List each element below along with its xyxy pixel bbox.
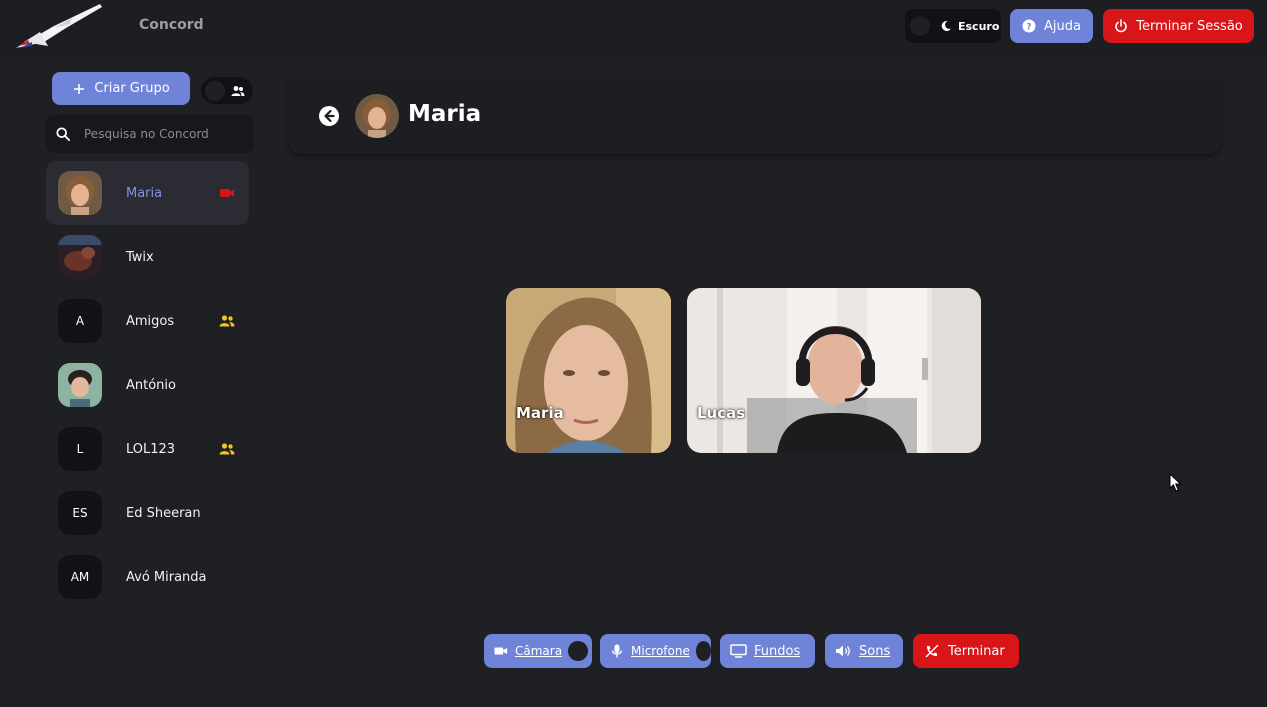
svg-text:?: ? bbox=[1026, 23, 1031, 33]
video-call-icon bbox=[220, 189, 234, 197]
theme-toggle[interactable]: Escuro bbox=[905, 9, 1001, 43]
phone-hangup-icon bbox=[925, 644, 939, 658]
avatar-initials: A bbox=[58, 299, 102, 343]
back-arrow-icon[interactable] bbox=[318, 105, 340, 127]
question-circle-icon: ? bbox=[1022, 19, 1036, 33]
contact-amigos[interactable]: A Amigos bbox=[46, 289, 249, 353]
camera-label: Câmara bbox=[515, 644, 563, 658]
contact-ed-sheeran[interactable]: ES Ed Sheeran bbox=[46, 481, 249, 545]
groups-filter-toggle[interactable] bbox=[201, 77, 253, 104]
end-call-label: Terminar bbox=[948, 643, 1005, 659]
contact-lol123[interactable]: L LOL123 bbox=[46, 417, 249, 481]
search-input[interactable] bbox=[84, 127, 244, 141]
create-group-label: Criar Grupo bbox=[94, 81, 170, 96]
contact-name: Ed Sheeran bbox=[126, 505, 201, 521]
chat-header: Maria bbox=[288, 78, 1222, 154]
participant-name: Lucas bbox=[697, 404, 746, 422]
contact-name: Maria bbox=[126, 185, 163, 201]
contact-avo-miranda[interactable]: AM Avó Miranda bbox=[46, 545, 249, 609]
contact-twix[interactable]: Twix bbox=[46, 225, 249, 289]
concorde-logo[interactable] bbox=[14, 2, 104, 52]
backgrounds-button[interactable]: Fundos bbox=[720, 634, 815, 668]
contact-name: Avó Miranda bbox=[126, 569, 207, 585]
chat-avatar bbox=[355, 94, 399, 138]
contact-name: LOL123 bbox=[126, 441, 176, 457]
search-icon bbox=[56, 127, 70, 141]
chat-title: Maria bbox=[408, 101, 482, 127]
theme-toggle-knob bbox=[910, 16, 930, 36]
microphone-toggle[interactable]: Microfone bbox=[600, 634, 711, 668]
avatar-initials: ES bbox=[58, 491, 102, 535]
avatar bbox=[58, 171, 102, 215]
camera-toggle[interactable]: Câmara bbox=[484, 634, 592, 668]
backgrounds-label: Fundos bbox=[754, 643, 801, 659]
theme-label: Escuro bbox=[958, 19, 1000, 33]
participant-video bbox=[506, 288, 671, 453]
end-call-button[interactable]: Terminar bbox=[913, 634, 1019, 668]
group-icon bbox=[219, 443, 235, 455]
microphone-icon bbox=[611, 644, 623, 658]
video-camera-icon bbox=[494, 647, 508, 655]
app-name: Concord bbox=[139, 17, 204, 33]
sounds-button[interactable]: Sons bbox=[825, 634, 903, 668]
microphone-label: Microfone bbox=[631, 644, 690, 658]
logout-label: Terminar Sessão bbox=[1136, 18, 1243, 34]
top-bar: Concord Escuro ? Ajuda Terminar Sessão bbox=[0, 0, 1267, 56]
avatar-initials: AM bbox=[58, 555, 102, 599]
video-tile-lucas: Lucas bbox=[687, 288, 981, 453]
plus-icon bbox=[74, 83, 85, 94]
search-box[interactable] bbox=[46, 115, 254, 153]
group-icon bbox=[219, 315, 235, 327]
sounds-label: Sons bbox=[859, 643, 891, 659]
moon-icon bbox=[941, 20, 951, 31]
participant-video bbox=[687, 288, 981, 453]
groups-toggle-knob bbox=[205, 80, 225, 101]
users-icon bbox=[231, 85, 245, 96]
speaker-icon bbox=[836, 645, 850, 657]
mouse-cursor-icon bbox=[1169, 473, 1182, 492]
power-icon bbox=[1115, 19, 1127, 33]
participant-name: Maria bbox=[516, 404, 564, 422]
avatar bbox=[58, 363, 102, 407]
video-tile-maria: Maria bbox=[506, 288, 671, 453]
contact-maria[interactable]: Maria bbox=[46, 161, 249, 225]
help-button[interactable]: ? Ajuda bbox=[1010, 9, 1093, 43]
avatar bbox=[58, 235, 102, 279]
contact-name: António bbox=[126, 377, 176, 393]
contact-name: Twix bbox=[126, 249, 154, 265]
contact-antonio[interactable]: António bbox=[46, 353, 249, 417]
help-label: Ajuda bbox=[1044, 18, 1081, 34]
logout-button[interactable]: Terminar Sessão bbox=[1103, 9, 1254, 43]
microphone-toggle-knob bbox=[695, 641, 711, 661]
contact-name: Amigos bbox=[126, 313, 175, 329]
create-group-button[interactable]: Criar Grupo bbox=[52, 72, 190, 105]
monitor-icon bbox=[730, 644, 747, 658]
camera-toggle-knob bbox=[568, 641, 589, 661]
avatar-initials: L bbox=[58, 427, 102, 471]
